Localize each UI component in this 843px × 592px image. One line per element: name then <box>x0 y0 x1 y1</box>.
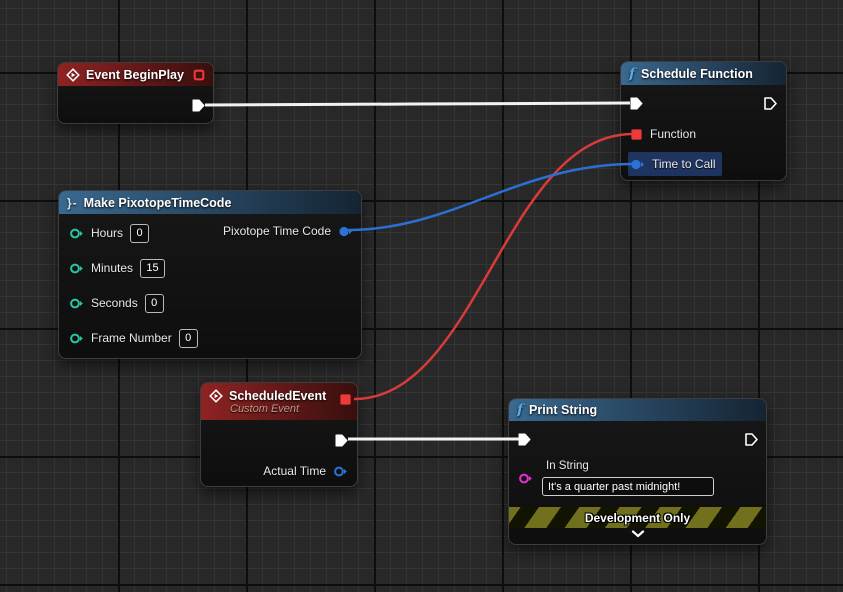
node-header[interactable]: Event BeginPlay <box>58 63 213 86</box>
development-only-banner: Development Only <box>509 507 766 528</box>
node-event-beginplay[interactable]: Event BeginPlay <box>57 62 214 124</box>
banner-label: Development Only <box>585 511 690 525</box>
chevron-down-icon[interactable] <box>631 530 645 538</box>
delegate-pin[interactable] <box>193 69 205 81</box>
exec-out-pin[interactable] <box>334 433 349 448</box>
node-header[interactable]: f Print String <box>509 399 766 421</box>
hours-input[interactable] <box>130 224 149 243</box>
int-pin[interactable] <box>69 226 84 241</box>
pin-label: Frame Number <box>91 331 172 345</box>
struct-pin[interactable] <box>338 224 353 239</box>
function-icon: f <box>629 67 635 81</box>
node-header[interactable]: ScheduledEvent Custom Event <box>201 383 357 420</box>
node-title: ScheduledEvent <box>229 389 326 403</box>
seconds-input[interactable] <box>145 294 164 313</box>
event-icon <box>209 389 223 403</box>
make-struct-icon: }‑ <box>67 197 78 209</box>
in-string-input[interactable] <box>542 477 714 496</box>
exec-in-pin[interactable] <box>629 96 644 111</box>
node-header[interactable]: }‑ Make PixotopeTimeCode <box>59 191 361 214</box>
string-pin[interactable] <box>518 471 533 486</box>
pin-label: Time to Call <box>652 157 716 171</box>
int-pin[interactable] <box>69 331 84 346</box>
node-title: Make PixotopeTimeCode <box>84 196 232 210</box>
minutes-input[interactable] <box>140 259 165 278</box>
exec-out-pin[interactable] <box>744 432 759 447</box>
node-print-string[interactable]: f Print String In String Development Onl… <box>508 398 767 545</box>
node-header[interactable]: f Schedule Function <box>621 62 786 85</box>
wire-delegate-scheduledevent-to-function[interactable] <box>354 134 633 399</box>
exec-out-pin[interactable] <box>763 96 778 111</box>
event-icon <box>66 68 80 82</box>
pin-label: Minutes <box>91 261 133 275</box>
pin-label: Function <box>650 127 696 141</box>
pin-label: Actual Time <box>263 464 326 478</box>
pin-label: In String <box>546 460 589 472</box>
delegate-pin[interactable] <box>339 393 352 406</box>
node-scheduled-event[interactable]: ScheduledEvent Custom Event Actual Time <box>200 382 358 487</box>
struct-pin[interactable] <box>333 464 348 479</box>
node-schedule-function[interactable]: f Schedule Function Function Time to Cal… <box>620 61 787 181</box>
exec-out-pin[interactable] <box>191 98 206 113</box>
blueprint-graph-canvas[interactable]: { "colors": { "exec_wire": "#f2f2f2", "d… <box>0 0 843 592</box>
struct-pin[interactable] <box>630 157 645 172</box>
delegate-pin[interactable] <box>630 128 643 141</box>
node-title: Schedule Function <box>641 67 753 81</box>
node-subtitle: Custom Event <box>230 403 349 415</box>
pin-label: Pixotope Time Code <box>223 224 331 238</box>
function-icon: f <box>517 403 523 417</box>
wire-struct-timecode-to-timetocall[interactable] <box>348 164 634 230</box>
node-make-pixotope-timecode[interactable]: }‑ Make PixotopeTimeCode Hours Minutes S… <box>58 190 362 359</box>
int-pin[interactable] <box>69 296 84 311</box>
pin-label: Seconds <box>91 296 138 310</box>
pin-label: Hours <box>91 226 123 240</box>
frame-number-input[interactable] <box>179 329 198 348</box>
wire-exec-beginplay-to-schedule[interactable] <box>205 103 630 105</box>
exec-in-pin[interactable] <box>517 432 532 447</box>
node-title: Print String <box>529 403 597 417</box>
int-pin[interactable] <box>69 261 84 276</box>
node-title: Event BeginPlay <box>86 68 184 82</box>
